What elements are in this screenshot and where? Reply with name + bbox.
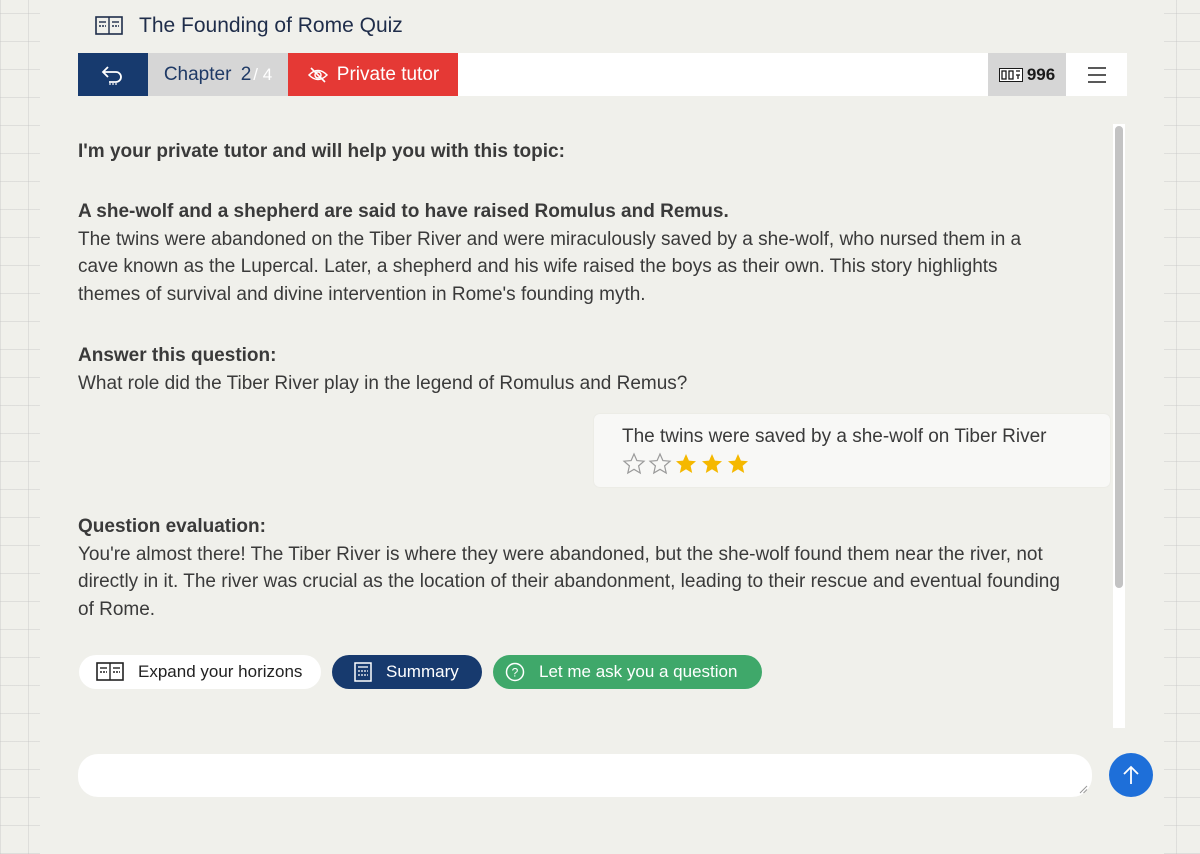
score-counter-icon bbox=[998, 67, 1023, 82]
chapter-total: / 4 bbox=[253, 64, 273, 84]
chat-input[interactable] bbox=[78, 754, 1092, 797]
hamburger-menu-icon bbox=[1087, 66, 1107, 84]
question-text: What role did the Tiber River play in th… bbox=[78, 372, 688, 394]
ask-question-button[interactable]: ? Let me ask you a question bbox=[493, 655, 762, 689]
fact-title: A she-wolf and a shepherd are said to ha… bbox=[78, 201, 729, 222]
user-answer-card: The twins were saved by a she-wolf on Ti… bbox=[594, 414, 1110, 487]
top-navbar: Chapter 2 / 4 Private tutor 996 bbox=[78, 53, 1127, 96]
navbar-spacer bbox=[458, 53, 988, 96]
back-button[interactable] bbox=[78, 53, 148, 96]
private-tutor-tab[interactable]: Private tutor bbox=[288, 53, 458, 96]
user-answer-text: The twins were saved by a she-wolf on Ti… bbox=[622, 426, 1047, 447]
private-tutor-label: Private tutor bbox=[336, 63, 440, 85]
answer-rating bbox=[622, 452, 1110, 476]
app-header: The Founding of Rome Quiz bbox=[95, 12, 403, 40]
chapter-current: 2 bbox=[240, 63, 252, 85]
question-circle-icon: ? bbox=[505, 662, 525, 682]
resize-grip-icon[interactable] bbox=[1078, 784, 1088, 794]
star-empty-icon bbox=[648, 452, 672, 476]
return-arrow-icon bbox=[99, 64, 127, 86]
eye-slash-icon bbox=[307, 66, 329, 83]
app-title: The Founding of Rome Quiz bbox=[139, 14, 403, 37]
expand-horizons-button[interactable]: Expand your horizons bbox=[79, 655, 321, 689]
chapter-label: Chapter bbox=[163, 63, 232, 85]
expand-horizons-label: Expand your horizons bbox=[138, 662, 303, 681]
question-block: Answer this question: What role did the … bbox=[78, 342, 1058, 397]
arrow-up-icon bbox=[1121, 764, 1141, 786]
star-empty-icon bbox=[622, 452, 646, 476]
action-buttons: Expand your horizons Summary ? Let me as… bbox=[79, 655, 762, 689]
ask-question-label: Let me ask you a question bbox=[539, 662, 738, 681]
fact-body: The twins were abandoned on the Tiber Ri… bbox=[78, 228, 1022, 305]
open-book-icon bbox=[96, 662, 124, 682]
topic-fact: A she-wolf and a shepherd are said to ha… bbox=[78, 198, 1058, 308]
menu-button[interactable] bbox=[1066, 53, 1127, 96]
star-filled-icon bbox=[674, 452, 698, 476]
evaluation-heading: Question evaluation: bbox=[78, 516, 266, 537]
points-value: 996 bbox=[1026, 64, 1056, 84]
send-button[interactable] bbox=[1109, 753, 1153, 797]
scrollbar-thumb[interactable] bbox=[1115, 126, 1123, 588]
open-book-icon bbox=[95, 16, 123, 36]
document-list-icon bbox=[354, 662, 372, 682]
svg-text:?: ? bbox=[512, 666, 519, 680]
star-filled-icon bbox=[726, 452, 750, 476]
summary-button[interactable]: Summary bbox=[332, 655, 482, 689]
tutor-intro: I'm your private tutor and will help you… bbox=[78, 141, 565, 162]
evaluation-block: Question evaluation: You're almost there… bbox=[78, 513, 1068, 623]
chapter-indicator: Chapter 2 / 4 bbox=[148, 53, 288, 96]
points-counter: 996 bbox=[988, 53, 1066, 96]
question-heading: Answer this question: bbox=[78, 345, 277, 366]
star-filled-icon bbox=[700, 452, 724, 476]
evaluation-text: You're almost there! The Tiber River is … bbox=[78, 543, 1060, 620]
summary-label: Summary bbox=[386, 662, 459, 681]
content-scrollbar[interactable] bbox=[1113, 124, 1125, 728]
